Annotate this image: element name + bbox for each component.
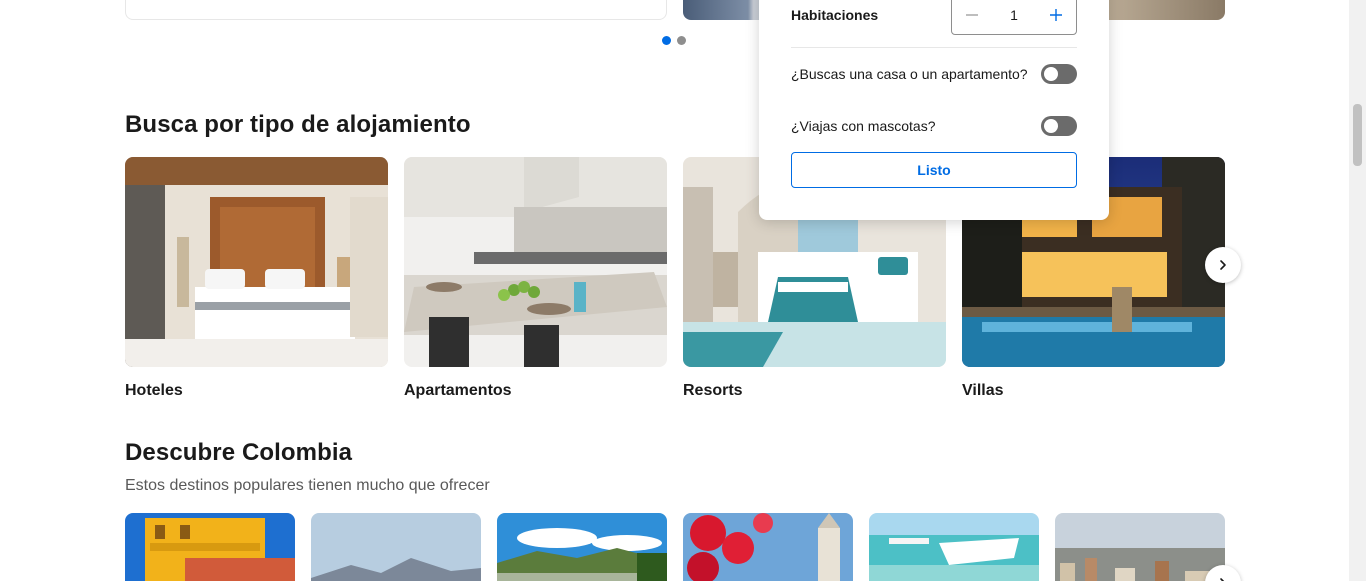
pets-label: ¿Viajas con mascotas? bbox=[791, 118, 936, 134]
destination-card[interactable] bbox=[311, 513, 481, 581]
rooms-label: Habitaciones bbox=[791, 7, 879, 23]
discover-subtitle: Estos destinos populares tienen mucho qu… bbox=[125, 477, 490, 494]
destination-card[interactable] bbox=[125, 513, 295, 581]
discover-title: Descubre Colombia bbox=[125, 439, 353, 466]
rooms-decrease-button[interactable] bbox=[958, 1, 986, 29]
apartment-kitchen-image bbox=[404, 157, 667, 367]
rooms-value: 1 bbox=[1010, 7, 1018, 23]
house-apartment-row: ¿Buscas una casa o un apartamento? bbox=[791, 64, 1077, 84]
chevron-right-icon bbox=[1220, 578, 1225, 581]
property-label-resorts[interactable]: Resorts bbox=[683, 382, 743, 400]
destination-card[interactable] bbox=[683, 513, 853, 581]
pets-toggle[interactable] bbox=[1041, 116, 1077, 136]
toggle-knob bbox=[1044, 67, 1058, 81]
property-label-villas[interactable]: Villas bbox=[962, 382, 1004, 400]
minus-icon bbox=[966, 14, 978, 16]
destination-image bbox=[1055, 513, 1225, 581]
property-card-hotels[interactable] bbox=[125, 157, 388, 367]
rooms-increase-button[interactable] bbox=[1042, 1, 1070, 29]
destination-image bbox=[683, 513, 853, 581]
carousel-dot[interactable] bbox=[677, 36, 686, 45]
property-label-apartments[interactable]: Apartamentos bbox=[404, 382, 512, 400]
rooms-row: Habitaciones 1 bbox=[791, 0, 1077, 35]
top-carousel-card[interactable] bbox=[125, 0, 667, 20]
chevron-right-icon bbox=[1220, 260, 1226, 270]
carousel-dot-active[interactable] bbox=[662, 36, 671, 45]
property-card-apartments[interactable] bbox=[404, 157, 667, 367]
scrollbar-thumb[interactable] bbox=[1353, 104, 1362, 166]
toggle-knob bbox=[1044, 119, 1058, 133]
occupancy-popup: Habitaciones 1 ¿Buscas una casa o un apa… bbox=[759, 0, 1109, 220]
plus-icon bbox=[1049, 9, 1062, 21]
popup-divider bbox=[791, 47, 1077, 48]
rooms-stepper: 1 bbox=[951, 0, 1077, 35]
hotel-room-image bbox=[125, 157, 388, 367]
house-apartment-label: ¿Buscas una casa o un apartamento? bbox=[791, 66, 1028, 82]
property-types-next-button[interactable] bbox=[1205, 247, 1241, 283]
pets-row: ¿Viajas con mascotas? bbox=[791, 116, 1077, 136]
destination-image bbox=[311, 513, 481, 581]
house-apartment-toggle[interactable] bbox=[1041, 64, 1077, 84]
destination-card[interactable] bbox=[869, 513, 1039, 581]
property-types-title: Busca por tipo de alojamiento bbox=[125, 111, 471, 138]
done-button[interactable]: Listo bbox=[791, 152, 1077, 188]
destination-image bbox=[125, 513, 295, 581]
destination-card[interactable] bbox=[497, 513, 667, 581]
destination-image bbox=[869, 513, 1039, 581]
destination-card[interactable] bbox=[1055, 513, 1225, 581]
carousel-dots bbox=[662, 36, 686, 45]
property-label-hotels[interactable]: Hoteles bbox=[125, 382, 183, 400]
destination-image bbox=[497, 513, 667, 581]
page-scrollbar[interactable] bbox=[1349, 0, 1366, 581]
